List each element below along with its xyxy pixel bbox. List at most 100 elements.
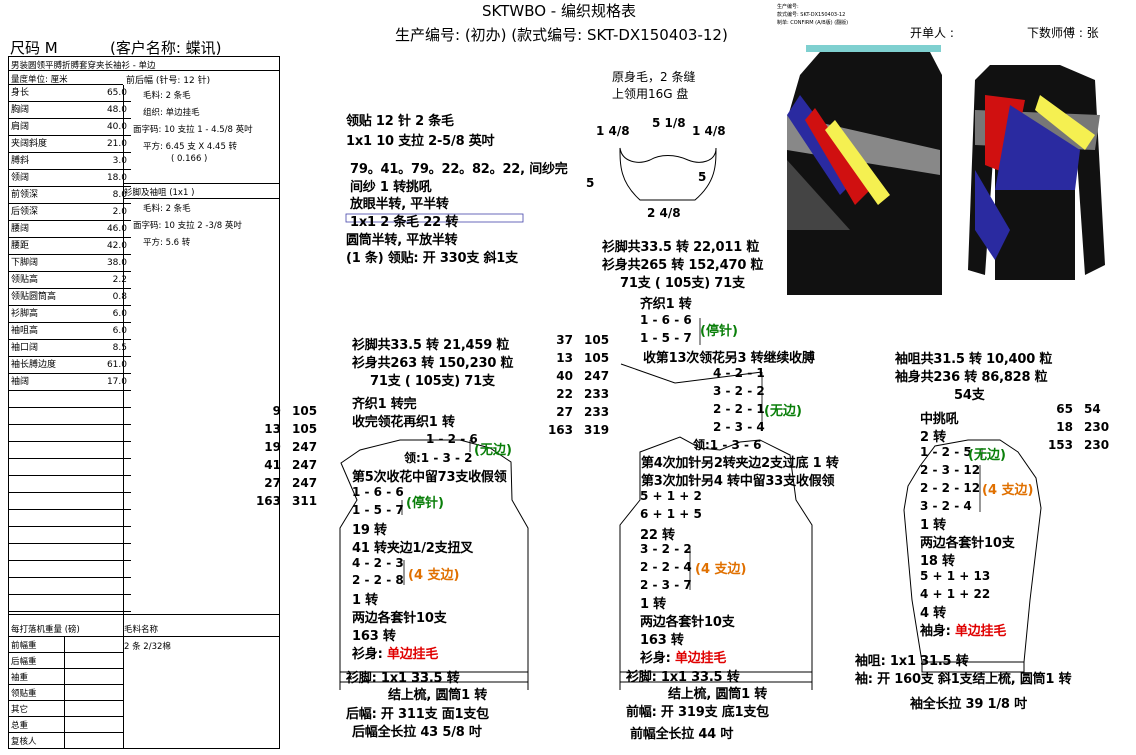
collar-line-1: 领贴 12 针 2 条毛: [346, 114, 454, 129]
front-line-3: 第4次加针另2转夹边2支过底 1 转: [641, 456, 839, 471]
neck-desc-1: 原身毛，2 条缝: [612, 70, 696, 84]
front-p1: 5 + 1 + 2: [640, 489, 702, 503]
back-a1: 4 - 2 - 3: [352, 556, 404, 570]
front-line-11: 前幅全长拉 44 吋: [630, 727, 734, 742]
front-f2b: (停针): [700, 324, 738, 339]
front-line-5: 22 转: [640, 528, 675, 543]
collar-line-2: 1x1 10 支拉 2-5/8 英吋: [346, 134, 495, 149]
front-line-4: 第3次加针另4 转中留33支收假领: [641, 474, 835, 489]
front-n2: 3 - 2 - 2: [713, 384, 765, 398]
front-count-cell: 22: [556, 387, 573, 401]
sleeve-line-3: 1 转: [920, 518, 946, 533]
neck-side-left: 5: [586, 176, 595, 190]
sleeve-count-cell: 153: [1047, 438, 1073, 452]
back-line-1: 齐织1 转完: [352, 397, 417, 412]
back-sum-2: 衫身共263 转 150,230 粒: [352, 356, 514, 371]
front-f1: 1 - 6 - 6: [640, 313, 692, 327]
front-count-cell: 247: [584, 369, 610, 383]
sweater-front-image: [968, 65, 1105, 280]
back-s1: 1 - 6 - 6: [352, 485, 404, 499]
back-n1: 1 - 2 - 6: [426, 432, 478, 446]
back-count-cell: 13: [264, 422, 281, 436]
front-count-cell: 105: [584, 333, 610, 347]
sleeve-a3: 2 - 2 - 12: [920, 481, 981, 495]
sleeve-count-cell: 230: [1084, 438, 1110, 452]
front-count-cell: 163: [547, 423, 573, 437]
back-count-cell: 27: [264, 476, 281, 490]
front-a3: 2 - 3 - 7: [640, 578, 692, 592]
back-count-cell: 247: [292, 440, 318, 454]
collar-line-6: 1x1 2 条毛 22 转: [350, 215, 459, 230]
front-rib-2: 结上梳, 圆筒1 转: [668, 687, 768, 702]
back-line-10: 后幅: 开 311支 面1支包: [346, 707, 489, 722]
sleeve-count-cell: 54: [1084, 402, 1101, 416]
sweater-back-image: [787, 45, 942, 295]
front-n3: 2 - 2 - 1: [713, 402, 765, 416]
neck-right: 1 4/8: [692, 124, 726, 138]
back-count-cell: 311: [292, 494, 318, 508]
back-body-label: 衫身: 单边挂毛: [352, 647, 439, 662]
front-body-yarn: 单边挂毛: [674, 651, 727, 666]
front-sum-1: 衫脚共33.5 转 22,011 粒: [602, 240, 760, 255]
front-count-cell: 233: [584, 405, 610, 419]
front-n3b: (无边): [764, 404, 802, 419]
neck-bottom: 2 4/8: [647, 206, 681, 220]
collar-line-3: 79。41。79。22。82。22, 间纱完: [350, 162, 568, 177]
back-s2: 1 - 5 - 7: [352, 503, 404, 517]
back-line-8: 163 转: [352, 629, 396, 644]
sleeve-line-1: 中挑吼: [920, 412, 959, 427]
front-line-6: 1 转: [640, 597, 666, 612]
sleeve-rib-2: 袖: 开 160支 斜1支结上梳, 圆筒1 转: [855, 672, 1072, 687]
back-line-4: 19 转: [352, 523, 387, 538]
back-sum-3: 71支 ( 105支) 71支: [370, 374, 495, 389]
collar-line-5: 放眼半转, 平半转: [350, 197, 449, 212]
sleeve-p2: 4 + 1 + 22: [920, 587, 991, 601]
collar-line-7: 圆筒半转, 平放半转: [346, 233, 458, 248]
back-line-11: 后幅全长拉 43 5/8 吋: [352, 725, 482, 740]
front-line-8: 163 转: [640, 633, 684, 648]
sleeve-rib-1: 袖咀: 1x1 31.5 转: [855, 654, 969, 669]
collar-line-8: (1 条) 领贴: 开 330支 斜1支: [346, 251, 518, 266]
back-line-2: 收完领花再织1 转: [352, 415, 455, 430]
front-n4: 2 - 3 - 4: [713, 420, 765, 434]
back-count-cell: 105: [292, 422, 318, 436]
sleeve-count-cell: 18: [1056, 420, 1073, 434]
back-sum-1: 衫脚共33.5 转 21,459 粒: [352, 338, 510, 353]
sleeve-a3b: (4 支边): [982, 483, 1034, 498]
front-count-cell: 13: [556, 351, 573, 365]
front-sum-2: 衫身共265 转 152,470 粒: [602, 258, 764, 273]
back-n1b: (无边): [474, 443, 512, 458]
sleeve-body-label: 袖身: 单边挂毛: [920, 624, 1007, 639]
back-count-cell: 9: [272, 404, 281, 418]
sleeve-sum-2: 袖身共236 转 86,828 粒: [895, 370, 1048, 385]
back-a2: 2 - 2 - 8: [352, 573, 404, 587]
sleeve-sum-1: 袖咀共31.5 转 10,400 粒: [895, 352, 1053, 367]
sleeve-a1b: (无边): [968, 448, 1006, 463]
sleeve-line-8: 袖全长拉 39 1/8 吋: [910, 697, 1027, 712]
back-count-cell: 247: [292, 476, 318, 490]
front-a1: 3 - 2 - 2: [640, 542, 692, 556]
sleeve-line-6: 4 转: [920, 606, 946, 621]
front-n5: 领:1 - 3 - 6: [693, 438, 762, 452]
front-count-cell: 37: [556, 333, 573, 347]
front-a2: 2 - 2 - 4: [640, 560, 692, 574]
front-count-cell: 40: [556, 369, 573, 383]
front-line-2: 收第13次领花另3 转继续收膊: [643, 351, 815, 366]
front-body-label: 衫身: 单边挂毛: [640, 651, 727, 666]
back-count-cell: 163: [255, 494, 281, 508]
front-line-10: 前幅: 开 319支 底1支包: [626, 705, 769, 720]
back-body-yarn: 单边挂毛: [386, 647, 439, 662]
neck-side-right: 5: [698, 170, 707, 184]
neck-left: 1 4/8: [596, 124, 630, 138]
sleeve-count-cell: 230: [1084, 420, 1110, 434]
back-count-cell: 41: [264, 458, 281, 472]
back-rib-2: 结上梳, 圆筒1 转: [388, 688, 488, 703]
back-n2: 领:1 - 3 - 2: [404, 451, 473, 465]
sleeve-a4: 3 - 2 - 4: [920, 499, 972, 513]
sleeve-line-2: 2 转: [920, 430, 946, 445]
back-count-cell: 247: [292, 458, 318, 472]
front-n1: 4 - 2 - 1: [713, 366, 765, 380]
front-count-cell: 105: [584, 351, 610, 365]
front-p2: 6 + 1 + 5: [640, 507, 702, 521]
front-f2: 1 - 5 - 7: [640, 331, 692, 345]
